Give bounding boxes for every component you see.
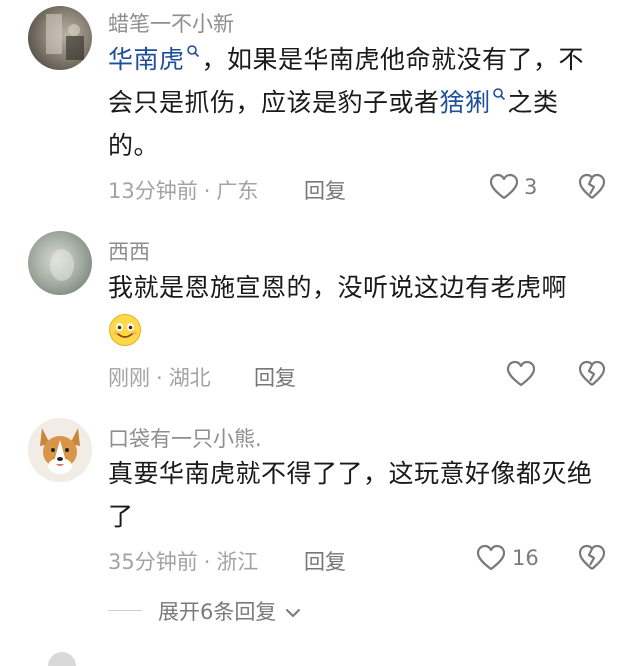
chevron-down-icon [286, 609, 301, 617]
avatar-photo [46, 14, 84, 60]
smiling-face-icon [109, 314, 141, 346]
divider-line [108, 610, 142, 611]
search-icon[interactable] [186, 44, 200, 58]
dislike-icon[interactable] [578, 544, 606, 572]
dog-avatar-icon [28, 418, 92, 482]
keyword-link[interactable]: 猞猁 [440, 88, 491, 117]
comment-meta: 35分钟前 · 浙江 [108, 550, 259, 574]
like-icon[interactable] [489, 173, 519, 201]
expand-replies-label: 展开6条回复 [158, 600, 277, 624]
expand-replies-button[interactable]: 展开6条回复 [158, 596, 301, 626]
search-icon[interactable] [492, 87, 506, 101]
timestamp: 35分钟前 [108, 550, 198, 574]
location: 广东 [216, 179, 259, 203]
like-icon[interactable] [476, 544, 506, 572]
like-count: 3 [524, 175, 538, 199]
next-avatar-peek [48, 652, 76, 666]
comment-meta: 13分钟前 · 广东 [108, 179, 259, 203]
avatar[interactable] [28, 231, 92, 295]
like-count: 16 [512, 546, 539, 570]
like-icon[interactable] [506, 360, 536, 388]
timestamp: 13分钟前 [108, 179, 198, 203]
location: 湖北 [168, 366, 211, 390]
timestamp: 刚刚 [108, 366, 150, 390]
dislike-icon[interactable] [578, 173, 606, 201]
reply-button[interactable]: 回复 [304, 546, 346, 576]
reply-button[interactable]: 回复 [254, 362, 296, 392]
comment-text: 我就是恩施宣恩的，没听说这边有老虎啊 [108, 273, 568, 302]
avatar-photo [50, 249, 74, 281]
keyword-link[interactable]: 华南虎 [108, 45, 185, 74]
username[interactable]: 口袋有一只小熊. [108, 423, 262, 453]
location: 浙江 [216, 550, 259, 574]
username[interactable]: 西西 [108, 236, 150, 266]
avatar[interactable] [28, 418, 92, 482]
avatar[interactable] [28, 6, 92, 70]
dislike-icon[interactable] [578, 360, 606, 388]
comment-text: 华南虎 ，如果是华南虎他命就没有了，不会只是抓伤，应该是豹子或者猞猁 之类的。 [108, 38, 608, 167]
reply-button[interactable]: 回复 [304, 175, 346, 205]
comment-meta: 刚刚 · 湖北 [108, 366, 211, 390]
comment-text: 真要华南虎就不得了了，这玩意好像都灭绝了 [108, 459, 593, 531]
username[interactable]: 蜡笔一不小新 [108, 8, 234, 38]
